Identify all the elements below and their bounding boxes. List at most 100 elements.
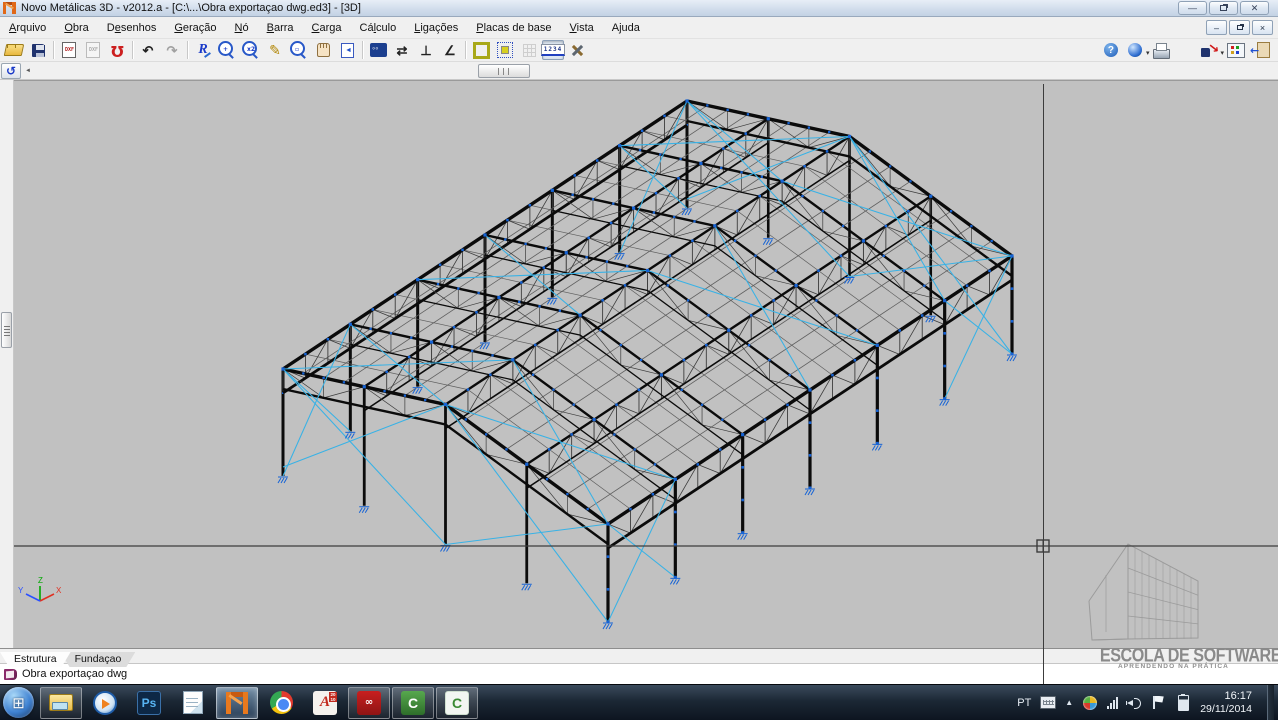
bar-angle-icon[interactable]: ∠ (439, 40, 461, 60)
bar-perpendicular-icon[interactable]: ⊥ (415, 40, 437, 60)
updates-icon[interactable] (1082, 695, 1098, 711)
metalicas-3d-icon (224, 691, 250, 715)
taskbar-photoshop[interactable]: Ps (128, 687, 170, 719)
camtasia-recorder-icon: C (401, 691, 425, 715)
vertical-splitter-grip[interactable] (1, 312, 12, 348)
taskbar-explorer[interactable] (40, 687, 82, 719)
status-bar: Obra exportaçao dwg (0, 663, 1278, 684)
volume-icon[interactable] (1127, 697, 1141, 709)
adobe-reader-icon: ∞ (357, 691, 381, 715)
notepad-icon (180, 691, 206, 715)
mdi-restore-button[interactable] (1229, 20, 1250, 35)
keyboard-icon[interactable] (1040, 695, 1056, 711)
pan-hand-icon[interactable] (312, 40, 334, 60)
taskbar-notepad[interactable] (172, 687, 214, 719)
menu-item-desenhos[interactable]: Desenhos (98, 19, 166, 37)
taskbar-autocad[interactable]: A (304, 687, 346, 719)
numbering-toggle-icon[interactable]: 1234 (542, 40, 564, 60)
menu-item-ajuda[interactable]: Ajuda (603, 19, 649, 37)
system-tray: PT ▲ 16:17 29/11/2014 (1017, 685, 1278, 720)
battery-icon[interactable] (1175, 695, 1191, 711)
toolbar-separator (362, 41, 363, 59)
toolbar-separator (53, 41, 54, 59)
reference-grid-icon (518, 40, 540, 60)
taskbar-adobe-reader[interactable]: ∞ (348, 687, 390, 719)
menu-item-obra[interactable]: Obra (55, 19, 97, 37)
project-book-icon (4, 669, 17, 680)
clock-date: 29/11/2014 (1200, 703, 1252, 717)
taskbar: Ps A ∞ CC PT ▲ 16:17 29/11/2014 (0, 684, 1278, 720)
mdi-minimize-button[interactable]: – (1206, 20, 1227, 35)
bar-extend-icon[interactable]: ⇄ (391, 40, 413, 60)
restore-button[interactable] (1209, 1, 1238, 15)
structure-3d-view: ZXY (14, 81, 1278, 649)
mdi-buttons: – × (1206, 20, 1278, 35)
app-icon (3, 2, 16, 14)
sketch-pencil-icon[interactable] (264, 40, 286, 60)
exit-icon[interactable] (1249, 40, 1271, 60)
export-dxf-icon (82, 40, 104, 60)
undo-icon[interactable]: ↶ (137, 40, 159, 60)
windows-arrange-icon[interactable] (1225, 40, 1247, 60)
save-icon[interactable] (27, 40, 49, 60)
mdi-close-button[interactable]: × (1252, 20, 1273, 35)
print-icon[interactable] (1150, 40, 1172, 60)
tab-estrutura[interactable]: Estrutura (0, 652, 71, 667)
menu-item-arquivo[interactable]: Arquivo (0, 19, 55, 37)
layer-square-icon[interactable] (470, 40, 492, 60)
taskbar-chrome[interactable] (260, 687, 302, 719)
menu-bar: ArquivoObraDesenhosGeraçãoNóBarraCargaCá… (0, 17, 1278, 39)
minimize-button[interactable]: — (1178, 1, 1207, 15)
selection-square-icon[interactable] (494, 40, 516, 60)
model-viewport[interactable]: ZXY (14, 80, 1278, 648)
explorer-icon (48, 691, 74, 715)
help-icon[interactable] (1100, 40, 1122, 60)
tab-fundaçao[interactable]: Fundaçao (61, 652, 136, 667)
rotate-view-icon[interactable]: ↺ (1, 63, 21, 79)
previous-view-icon[interactable] (336, 40, 358, 60)
start-button[interactable] (3, 687, 34, 718)
clock[interactable]: 16:17 29/11/2014 (1200, 689, 1258, 717)
zoom-x2-icon[interactable]: x2 (240, 40, 262, 60)
import-dxf-icon[interactable] (58, 40, 80, 60)
svg-text:Y: Y (18, 586, 24, 595)
taskbar-camtasia-studio[interactable]: C (436, 687, 478, 719)
menu-items: ArquivoObraDesenhosGeraçãoNóBarraCargaCá… (0, 22, 649, 34)
menu-item-placas-de-base[interactable]: Placas de base (467, 19, 560, 37)
show-desktop-button[interactable] (1267, 685, 1274, 720)
search-binoculars-icon[interactable] (367, 40, 389, 60)
print-preview-icon[interactable] (1174, 40, 1196, 60)
network-signal-icon[interactable] (1107, 697, 1118, 709)
horizontal-splitter-grip[interactable] (478, 64, 530, 78)
menu-item-nó[interactable]: Nó (226, 19, 258, 37)
snap-magnet-icon[interactable] (106, 40, 128, 60)
status-text: Obra exportaçao dwg (22, 668, 127, 680)
title-bar[interactable]: Novo Metálicas 3D - v2012.a - [C:\...\Ob… (0, 0, 1278, 17)
taskbar-camtasia-recorder[interactable]: C (392, 687, 434, 719)
menu-item-geração[interactable]: Geração (165, 19, 225, 37)
watermark-subtitle: APRENDENDO NA PRÁTICA (1118, 663, 1229, 670)
menu-item-carga[interactable]: Carga (303, 19, 351, 37)
taskbar-metalicas-3d[interactable] (216, 687, 258, 719)
toolbar-separator (187, 41, 188, 59)
sheet-tabs: EstruturaFundaçao (0, 649, 125, 666)
close-button[interactable]: ✕ (1240, 1, 1269, 15)
export-save-icon[interactable] (1198, 40, 1220, 60)
action-center-flag-icon[interactable] (1150, 695, 1166, 711)
language-indicator[interactable]: PT (1017, 697, 1031, 709)
options-tools-icon[interactable] (566, 40, 588, 60)
menu-item-ligações[interactable]: Ligações (405, 19, 467, 37)
open-icon[interactable] (3, 40, 25, 60)
show-hidden-icons[interactable]: ▲ (1065, 698, 1073, 707)
toolbar-separator (132, 41, 133, 59)
zoom-extents-icon[interactable]: + (216, 40, 238, 60)
redraw-icon[interactable] (192, 40, 214, 60)
web-services-icon[interactable] (1124, 40, 1146, 60)
collapse-arrow-icon[interactable]: ◄ (25, 68, 31, 74)
menu-item-cálculo[interactable]: Cálculo (351, 19, 406, 37)
zoom-window-icon[interactable]: ▫ (288, 40, 310, 60)
taskbar-media-player[interactable] (84, 687, 126, 719)
photoshop-icon: Ps (137, 691, 161, 715)
menu-item-vista[interactable]: Vista (561, 19, 603, 37)
menu-item-barra[interactable]: Barra (258, 19, 303, 37)
